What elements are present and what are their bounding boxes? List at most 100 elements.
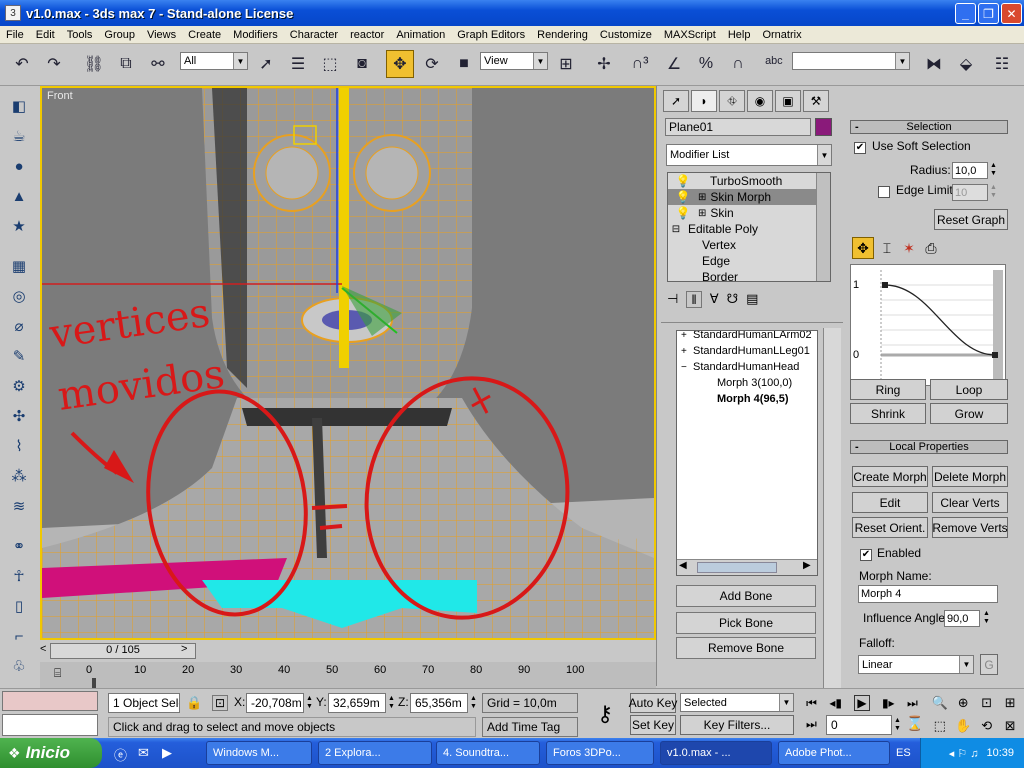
curve-editor-icon[interactable]: ⌸	[54, 666, 72, 680]
expander[interactable]: +	[681, 346, 693, 357]
use-soft-selection-checkbox[interactable]: ✔	[854, 142, 866, 154]
create-system-icon[interactable]: ⌇	[6, 434, 32, 458]
create-teapot-icon[interactable]: ☕	[6, 124, 32, 148]
remove-verts-button[interactable]: Remove Verts	[932, 517, 1008, 538]
utilities-tab-icon[interactable]: ⚒	[803, 90, 829, 112]
radius-spinner[interactable]: 10,0	[952, 162, 988, 179]
stack-item-skin-morph[interactable]: 💡 ⊞ Skin Morph	[668, 189, 818, 205]
viewport-label[interactable]: Front	[47, 90, 73, 102]
unlink-icon[interactable]: ⧉	[112, 50, 140, 78]
absolute-mode-icon[interactable]: ⊡	[212, 695, 229, 711]
ie-icon[interactable]: ⓔ	[114, 745, 127, 764]
tray-icons[interactable]: ◂ ⚐ ♫	[949, 747, 979, 760]
create-star-icon[interactable]: ★	[6, 214, 32, 238]
menu-character[interactable]: Character	[284, 29, 344, 41]
x-spinner-arrows[interactable]: ▲ ▼	[306, 695, 313, 711]
falloff-graph-button[interactable]: G	[980, 654, 998, 675]
selection-rollout-header[interactable]: - Selection	[850, 120, 1008, 134]
time-slider[interactable]: 0 / 105	[50, 643, 196, 659]
zoom-all-icon[interactable]: ⊕	[958, 695, 969, 711]
maxscript-listener-field[interactable]	[2, 691, 98, 711]
influence-angle-spinner-arrows[interactable]: ▲ ▼	[983, 610, 993, 627]
mirror-icon[interactable]: ⧓	[920, 50, 948, 78]
undo-icon[interactable]: ↶	[8, 50, 36, 78]
edge-limit-spinner-arrows[interactable]: ▲ ▼	[990, 184, 1000, 201]
edit-named-selection-icon[interactable]: ᵃᵇᶜ	[760, 50, 788, 78]
pick-bone-button[interactable]: Pick Bone	[676, 612, 816, 634]
expand-icon[interactable]: ⊞	[698, 192, 706, 203]
modifier-list-dropdown[interactable]: Modifier List ▼	[666, 144, 832, 166]
x-coordinate-field[interactable]: -20,708m	[246, 693, 304, 713]
bind-space-warp-icon[interactable]: ⚯	[144, 50, 172, 78]
frame-spinner-arrows[interactable]: ▲ ▼	[894, 717, 901, 733]
language-indicator[interactable]: ES	[896, 747, 911, 759]
rect-selection-icon[interactable]: ⬚	[316, 50, 344, 78]
create-tab-icon[interactable]: ➚	[663, 90, 689, 112]
morph-name-input[interactable]: Morph 4	[858, 585, 998, 603]
modifier-stack[interactable]: 💡 TurboSmooth 💡 ⊞ Skin Morph 💡 ⊞ Skin ⊟ Editab…	[667, 172, 831, 282]
snap-toggle-icon[interactable]: ∩³	[626, 50, 654, 78]
tree-item-morph-3[interactable]: Morph 3(100,0)	[717, 375, 792, 391]
select-and-scale-icon[interactable]: ■	[450, 50, 478, 78]
stack-item-editable-poly[interactable]: ⊟ Editable Poly	[668, 221, 818, 237]
previous-frame-icon[interactable]: ◂▮	[829, 696, 842, 710]
collapse-icon[interactable]: ⊟	[668, 224, 684, 235]
select-by-name-icon[interactable]: ☰	[284, 50, 312, 78]
create-wave-icon[interactable]: ≋	[6, 494, 32, 518]
next-frame-icon[interactable]: ▮▸	[882, 696, 895, 710]
configure-sets-icon[interactable]: ▤	[746, 291, 758, 307]
menu-file[interactable]: File	[0, 29, 30, 41]
loop-button[interactable]: Loop	[930, 379, 1008, 400]
menu-help[interactable]: Help	[722, 29, 757, 41]
viewport-front[interactable]: vertices movidos Front	[40, 86, 656, 640]
stack-item-turbosmooth[interactable]: 💡 TurboSmooth	[668, 173, 818, 189]
menu-views[interactable]: Views	[141, 29, 182, 41]
task-explorer[interactable]: 2 Explora...	[318, 741, 432, 765]
pan-icon[interactable]: ✋	[955, 718, 971, 734]
manipulate-icon[interactable]: ✢	[590, 50, 618, 78]
close-button[interactable]: ✕	[1001, 3, 1022, 24]
time-next-button[interactable]: >	[181, 643, 195, 659]
create-stairs-icon[interactable]: ⌐	[6, 624, 32, 648]
lock-selection-icon[interactable]: 🔒	[186, 695, 202, 711]
angle-snap-icon[interactable]: ∠	[660, 50, 688, 78]
object-color-swatch[interactable]	[815, 118, 832, 136]
create-biped-icon[interactable]: ⚭	[6, 534, 32, 558]
falloff-dropdown[interactable]: Linear ▼	[858, 655, 974, 674]
create-space-warp-icon[interactable]: ✣	[6, 404, 32, 428]
remove-bone-button[interactable]: Remove Bone	[676, 637, 816, 659]
select-and-move-icon[interactable]: ✥	[386, 50, 414, 78]
tree-item[interactable]: + StandardHumanLLeg01	[681, 343, 810, 359]
edit-button[interactable]: Edit	[852, 492, 928, 513]
create-foliage-icon[interactable]: ♧	[6, 654, 32, 678]
time-configuration-icon[interactable]: ⌛	[906, 715, 923, 732]
task-foros-3dpoder[interactable]: Foros 3DPo...	[546, 741, 654, 765]
grow-button[interactable]: Grow	[930, 403, 1008, 424]
create-helper-icon[interactable]: ⚙	[6, 374, 32, 398]
remove-modifier-icon[interactable]: ☋	[727, 291, 739, 307]
create-box-icon[interactable]: ◧	[6, 94, 32, 118]
create-particles-icon[interactable]: ⁂	[6, 464, 32, 488]
time-prev-button[interactable]: <	[40, 643, 50, 659]
tree-item[interactable]: + StandardHumanLArm02	[681, 331, 812, 343]
menu-modifiers[interactable]: Modifiers	[227, 29, 284, 41]
create-sphere-icon[interactable]: ●	[6, 154, 32, 178]
restore-button[interactable]: ❐	[978, 3, 999, 24]
task-windows-messenger[interactable]: Windows M...	[206, 741, 312, 765]
go-to-start-icon[interactable]: ⏮	[806, 696, 817, 711]
create-light-icon[interactable]: ✎	[6, 344, 32, 368]
menu-group[interactable]: Group	[98, 29, 141, 41]
stack-scrollbar[interactable]	[816, 173, 830, 281]
stack-item-skin[interactable]: 💡 ⊞ Skin	[668, 205, 818, 221]
hierarchy-tab-icon[interactable]: ⛗	[719, 90, 745, 112]
menu-tools[interactable]: Tools	[61, 29, 99, 41]
maxscript-input-field[interactable]	[2, 714, 98, 736]
ring-button[interactable]: Ring	[850, 379, 926, 400]
bone-tree[interactable]: + StandardHumanLArm02 + StandardHumanLLeg0…	[676, 330, 818, 576]
tree-item-morph-4[interactable]: Morph 4(96,5)	[717, 391, 789, 407]
current-frame-field[interactable]: 0	[826, 715, 892, 735]
redo-icon[interactable]: ↷	[40, 50, 68, 78]
menu-maxscript[interactable]: MAXScript	[658, 29, 722, 41]
create-tube-icon[interactable]: ⌀	[6, 314, 32, 338]
select-and-rotate-icon[interactable]: ⟳	[418, 50, 446, 78]
